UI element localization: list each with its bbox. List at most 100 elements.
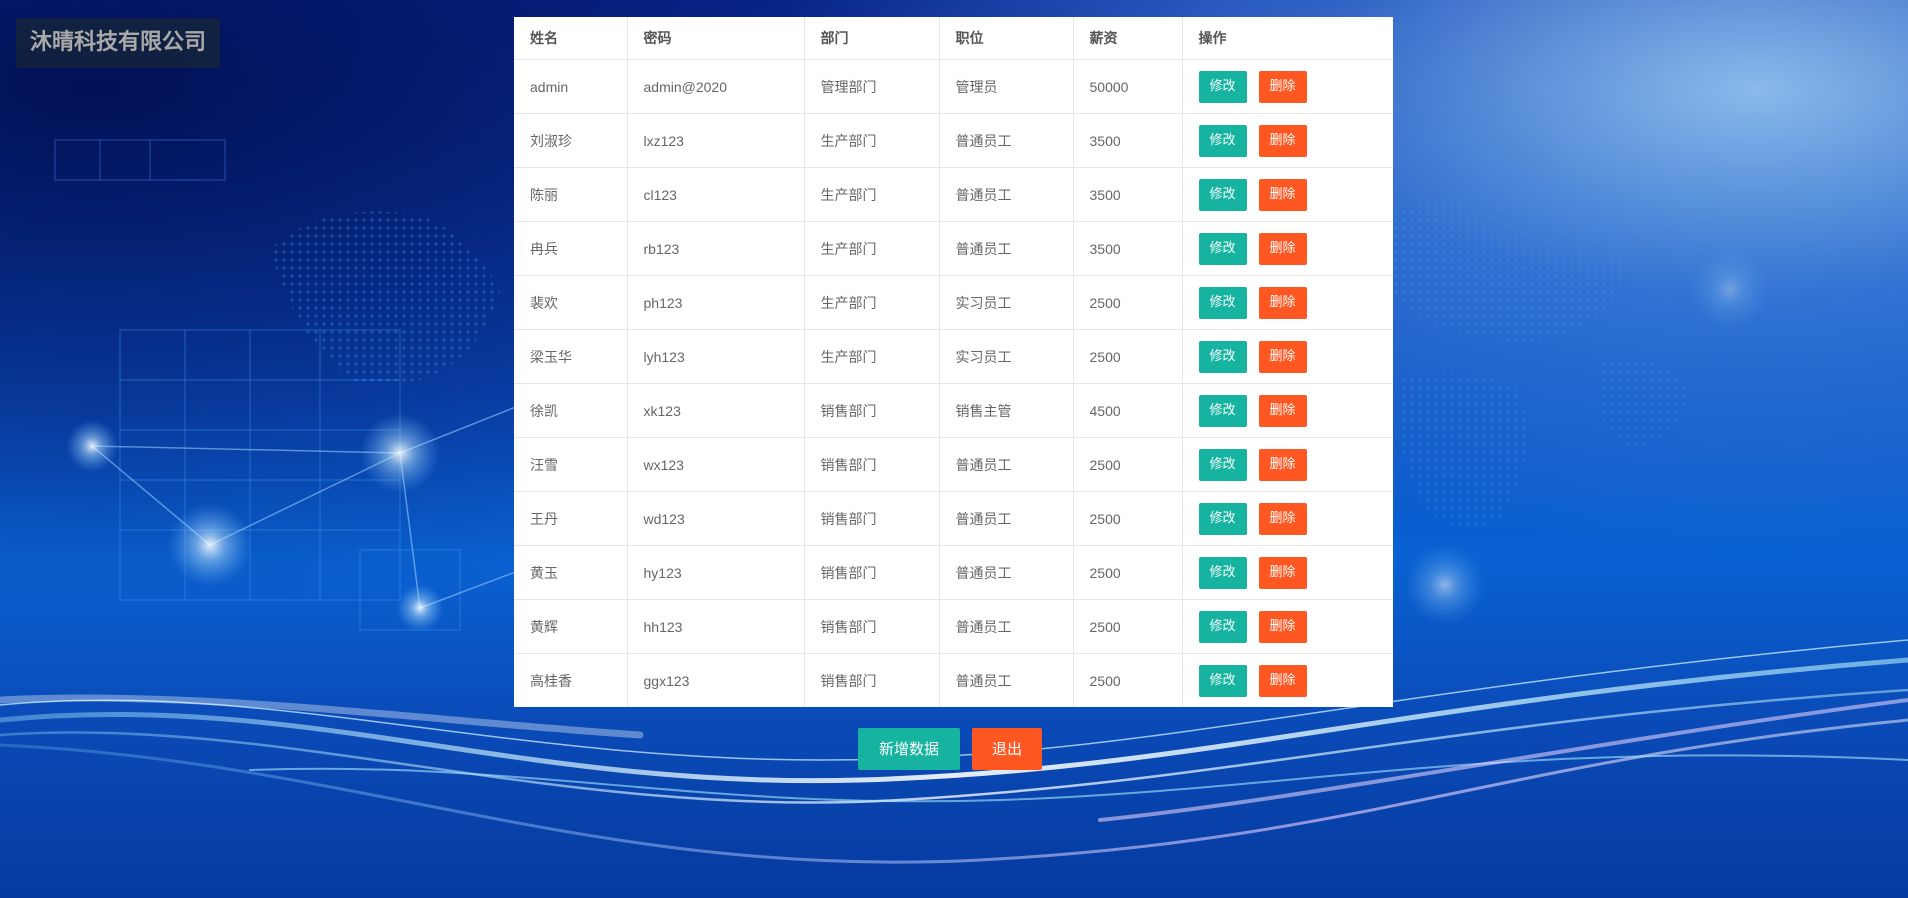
- cell-name: 汪雪: [514, 437, 628, 492]
- cell-actions: 修改 删除: [1182, 437, 1393, 492]
- cell-salary: 2500: [1073, 599, 1183, 654]
- cell-name: 黄辉: [514, 599, 628, 654]
- cell-position: 实习员工: [939, 275, 1074, 330]
- cell-salary: 2500: [1073, 275, 1183, 330]
- edit-button[interactable]: 修改: [1198, 178, 1247, 211]
- cell-position: 销售主管: [939, 383, 1074, 438]
- cell-actions: 修改 删除: [1182, 113, 1393, 168]
- add-data-button[interactable]: 新增数据: [858, 728, 960, 770]
- cell-password: cl123: [627, 167, 805, 222]
- cell-password: hy123: [627, 545, 805, 600]
- cell-actions: 修改 删除: [1182, 167, 1393, 222]
- cell-position: 普通员工: [939, 221, 1074, 276]
- header-actions: 操作: [1182, 17, 1393, 60]
- cell-salary: 4500: [1073, 383, 1183, 438]
- delete-button[interactable]: 删除: [1258, 502, 1307, 535]
- cell-department: 销售部门: [804, 545, 940, 600]
- delete-button[interactable]: 删除: [1258, 556, 1307, 589]
- edit-button[interactable]: 修改: [1198, 232, 1247, 265]
- edit-button[interactable]: 修改: [1198, 448, 1247, 481]
- cell-actions: 修改 删除: [1182, 329, 1393, 384]
- cell-name: 徐凯: [514, 383, 628, 438]
- table-row: 汪雪 wx123 销售部门 普通员工 2500 修改 删除: [514, 437, 1393, 492]
- cell-department: 销售部门: [804, 653, 940, 707]
- cell-salary: 2500: [1073, 437, 1183, 492]
- table-body: admin admin@2020 管理部门 管理员 50000 修改 删除 刘淑珍…: [514, 59, 1393, 708]
- cell-name: 刘淑珍: [514, 113, 628, 168]
- exit-button[interactable]: 退出: [972, 728, 1042, 770]
- edit-button[interactable]: 修改: [1198, 340, 1247, 373]
- company-logo: 沐晴科技有限公司: [16, 18, 220, 68]
- cell-department: 生产部门: [804, 167, 940, 222]
- edit-button[interactable]: 修改: [1198, 502, 1247, 535]
- cell-actions: 修改 删除: [1182, 491, 1393, 546]
- cell-actions: 修改 删除: [1182, 59, 1393, 114]
- delete-button[interactable]: 删除: [1258, 232, 1307, 265]
- delete-button[interactable]: 删除: [1258, 178, 1307, 211]
- cell-salary: 2500: [1073, 491, 1183, 546]
- table-row: 王丹 wd123 销售部门 普通员工 2500 修改 删除: [514, 491, 1393, 546]
- cell-salary: 2500: [1073, 653, 1183, 707]
- cell-position: 管理员: [939, 59, 1074, 114]
- table-row: 刘淑珍 lxz123 生产部门 普通员工 3500 修改 删除: [514, 113, 1393, 168]
- delete-button[interactable]: 删除: [1258, 286, 1307, 319]
- delete-button[interactable]: 删除: [1258, 664, 1307, 697]
- cell-actions: 修改 删除: [1182, 275, 1393, 330]
- delete-button[interactable]: 删除: [1258, 610, 1307, 643]
- cell-department: 销售部门: [804, 437, 940, 492]
- edit-button[interactable]: 修改: [1198, 556, 1247, 589]
- bottom-action-bar: 新增数据 退出: [858, 728, 1042, 770]
- edit-button[interactable]: 修改: [1198, 394, 1247, 427]
- employee-table: 姓名 密码 部门 职位 薪资 操作 admin admin@2020 管理部门 …: [514, 17, 1393, 707]
- cell-actions: 修改 删除: [1182, 599, 1393, 654]
- table-row: 黄玉 hy123 销售部门 普通员工 2500 修改 删除: [514, 545, 1393, 600]
- delete-button[interactable]: 删除: [1258, 448, 1307, 481]
- employee-table-panel: 姓名 密码 部门 职位 薪资 操作 admin admin@2020 管理部门 …: [514, 17, 1393, 707]
- cell-department: 销售部门: [804, 383, 940, 438]
- table-row: 裴欢 ph123 生产部门 实习员工 2500 修改 删除: [514, 275, 1393, 330]
- cell-department: 生产部门: [804, 113, 940, 168]
- cell-password: rb123: [627, 221, 805, 276]
- delete-button[interactable]: 删除: [1258, 394, 1307, 427]
- cell-salary: 50000: [1073, 59, 1183, 114]
- table-row: admin admin@2020 管理部门 管理员 50000 修改 删除: [514, 59, 1393, 114]
- cell-password: admin@2020: [627, 59, 805, 114]
- header-name: 姓名: [514, 17, 628, 60]
- cell-salary: 3500: [1073, 221, 1183, 276]
- cell-password: wx123: [627, 437, 805, 492]
- cell-password: lyh123: [627, 329, 805, 384]
- table-row: 黄辉 hh123 销售部门 普通员工 2500 修改 删除: [514, 599, 1393, 654]
- cell-password: ggx123: [627, 653, 805, 707]
- edit-button[interactable]: 修改: [1198, 286, 1247, 319]
- cell-position: 普通员工: [939, 113, 1074, 168]
- cell-password: wd123: [627, 491, 805, 546]
- delete-button[interactable]: 删除: [1258, 70, 1307, 103]
- table-header: 姓名 密码 部门 职位 薪资 操作: [514, 17, 1393, 60]
- cell-actions: 修改 删除: [1182, 654, 1393, 708]
- table-row: 冉兵 rb123 生产部门 普通员工 3500 修改 删除: [514, 221, 1393, 276]
- cell-name: 裴欢: [514, 275, 628, 330]
- cell-department: 销售部门: [804, 491, 940, 546]
- edit-button[interactable]: 修改: [1198, 124, 1247, 157]
- edit-button[interactable]: 修改: [1198, 610, 1247, 643]
- cell-position: 普通员工: [939, 167, 1074, 222]
- cell-name: 梁玉华: [514, 329, 628, 384]
- cell-password: xk123: [627, 383, 805, 438]
- cell-position: 实习员工: [939, 329, 1074, 384]
- cell-name: 陈丽: [514, 167, 628, 222]
- cell-name: admin: [514, 59, 628, 114]
- edit-button[interactable]: 修改: [1198, 664, 1247, 697]
- cell-position: 普通员工: [939, 653, 1074, 707]
- cell-actions: 修改 删除: [1182, 383, 1393, 438]
- delete-button[interactable]: 删除: [1258, 340, 1307, 373]
- cell-actions: 修改 删除: [1182, 221, 1393, 276]
- table-row: 徐凯 xk123 销售部门 销售主管 4500 修改 删除: [514, 383, 1393, 438]
- cell-name: 王丹: [514, 491, 628, 546]
- cell-password: lxz123: [627, 113, 805, 168]
- header-password: 密码: [627, 17, 805, 60]
- delete-button[interactable]: 删除: [1258, 124, 1307, 157]
- cell-password: ph123: [627, 275, 805, 330]
- header-row: 姓名 密码 部门 职位 薪资 操作: [514, 17, 1393, 60]
- header-department: 部门: [804, 17, 940, 60]
- edit-button[interactable]: 修改: [1198, 70, 1247, 103]
